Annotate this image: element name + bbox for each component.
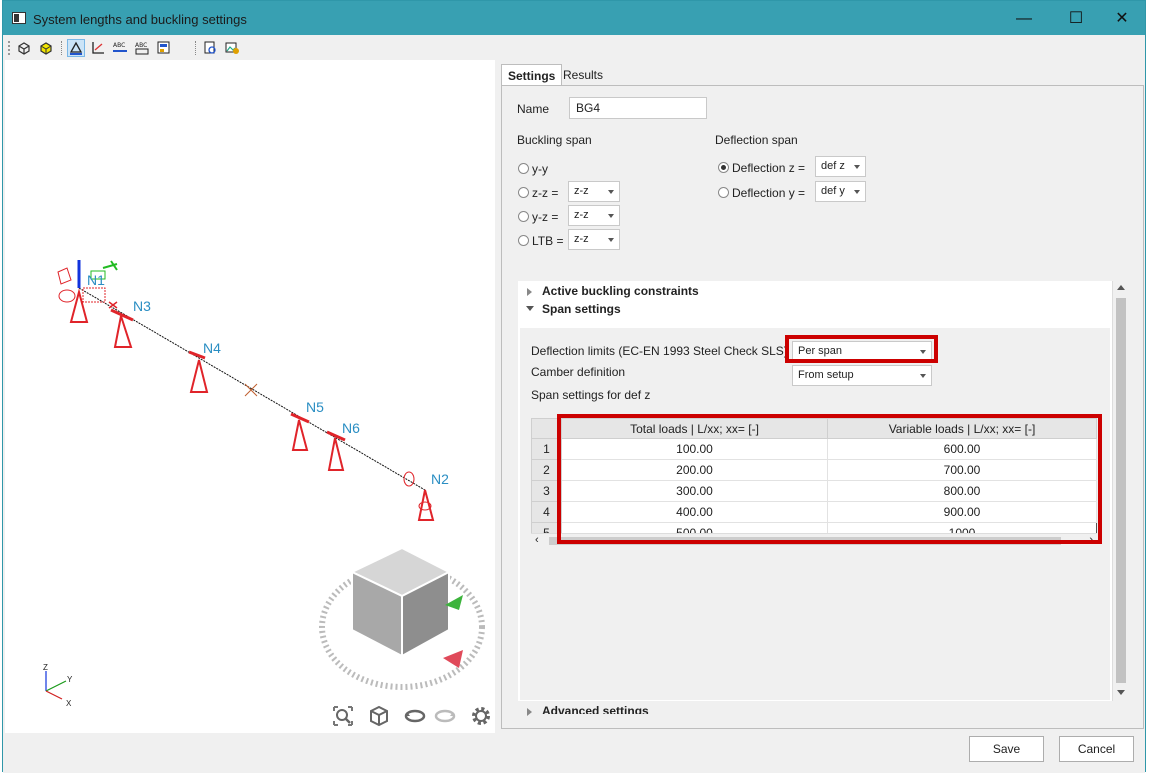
node-label: N3 — [133, 298, 151, 314]
maximize-button[interactable]: ☐ — [1053, 6, 1099, 32]
buckling-zz-value: z-z — [574, 185, 589, 197]
span-settings-header[interactable]: Span settings — [542, 302, 621, 316]
display-options-icon[interactable] — [155, 39, 173, 57]
svg-text:ABC: ABC — [113, 42, 125, 49]
highlight-box — [785, 335, 938, 363]
deflection-y-select[interactable]: def y — [815, 181, 866, 202]
picture-gallery-icon[interactable] — [223, 39, 241, 57]
labels-abc-alt-icon[interactable]: ABC — [133, 39, 151, 57]
buckling-zz-radio[interactable] — [518, 187, 529, 198]
buckling-zz-label: z-z = — [532, 186, 559, 200]
buckling-ltb-select[interactable]: z-z — [568, 229, 620, 250]
save-button[interactable]: Save — [969, 736, 1044, 762]
buckling-yy-radio[interactable] — [518, 163, 529, 174]
tab-settings[interactable]: Settings — [501, 64, 563, 86]
rotate-left-icon[interactable] — [403, 704, 427, 728]
buckling-span-heading: Buckling span — [517, 133, 592, 147]
title-bar: System lengths and buckling settings — ☐… — [3, 1, 1145, 35]
node-label: N6 — [342, 420, 360, 436]
buckling-yz-value: z-z — [574, 209, 589, 221]
dialog-window: System lengths and buckling settings — ☐… — [2, 0, 1146, 773]
deflection-y-value: def y — [821, 185, 845, 197]
scroll-down-icon[interactable] — [1117, 690, 1125, 695]
expanded-arrow-icon[interactable] — [526, 306, 534, 311]
advanced-settings-header[interactable]: Advanced settings — [542, 704, 649, 714]
view-3d-icon[interactable] — [367, 704, 391, 728]
buckling-ltb-value: z-z — [574, 233, 589, 245]
svg-text:ABC: ABC — [135, 42, 147, 49]
dialog-footer: Save Cancel — [3, 733, 1145, 773]
wireframe-cube-icon[interactable] — [15, 39, 33, 57]
solid-cube-icon[interactable] — [37, 39, 55, 57]
span-settings-for-label: Span settings for def z — [531, 388, 651, 402]
print-preview-icon[interactable] — [201, 39, 219, 57]
toolbar: ABC ABC — [3, 35, 1145, 60]
node-label: N1 — [87, 272, 105, 288]
deflection-span-heading: Deflection span — [715, 133, 798, 147]
settings-tab-content: Name BG4 Buckling span Deflection span y… — [501, 85, 1144, 729]
window-title: System lengths and buckling settings — [33, 12, 247, 27]
rotate-right-icon[interactable] — [433, 704, 457, 728]
settings-gear-icon[interactable] — [469, 704, 493, 728]
app-window-icon — [12, 12, 26, 24]
highlight-box — [557, 414, 1102, 544]
buckling-yz-select[interactable]: z-z — [568, 205, 620, 226]
buckling-ltb-label: LTB = — [532, 234, 564, 248]
camber-value: From setup — [798, 369, 854, 381]
buckling-yz-radio[interactable] — [518, 211, 529, 222]
span-settings-section: Active buckling constraints Span setting… — [518, 281, 1128, 701]
collapsed-arrow-icon[interactable] — [527, 288, 532, 296]
support-icon[interactable] — [67, 39, 85, 57]
axis-y-label: Y — [67, 675, 73, 684]
beam-model-drawing — [57, 260, 485, 690]
buckling-zz-select[interactable]: z-z — [568, 181, 620, 202]
zoom-fit-icon[interactable] — [331, 704, 355, 728]
labels-abc-icon[interactable]: ABC — [111, 39, 129, 57]
settings-panel: Settings Results Name BG4 Buckling span … — [501, 64, 1144, 729]
span-settings-body: Deflection limits (EC-EN 1993 Steel Chec… — [520, 328, 1110, 700]
deflection-limits-label: Deflection limits (EC-EN 1993 Steel Chec… — [531, 344, 788, 358]
active-buckling-header[interactable]: Active buckling constraints — [542, 284, 699, 298]
scroll-up-icon[interactable] — [1117, 285, 1125, 290]
buckling-yy-label: y-y — [532, 162, 548, 176]
deflection-z-label: Deflection z = — [732, 161, 806, 175]
cancel-button[interactable]: Cancel — [1059, 736, 1134, 762]
node-label: N5 — [306, 399, 324, 415]
name-label: Name — [517, 102, 550, 116]
camber-label: Camber definition — [531, 365, 626, 379]
name-field[interactable]: BG4 — [569, 97, 707, 119]
section-vertical-scrollbar[interactable] — [1112, 281, 1128, 701]
deflection-z-select[interactable]: def z — [815, 156, 866, 177]
collapsed-arrow-icon[interactable] — [527, 708, 532, 716]
camber-select[interactable]: From setup — [792, 365, 932, 386]
close-button[interactable]: ✕ — [1099, 6, 1145, 32]
node-label: N2 — [431, 471, 449, 487]
deflection-z-value: def z — [821, 160, 845, 172]
local-axes-icon[interactable] — [89, 39, 107, 57]
scroll-thumb[interactable] — [1116, 298, 1126, 683]
axis-indicator: Z Y X — [40, 663, 90, 713]
deflection-y-radio[interactable] — [718, 187, 729, 198]
tab-results[interactable]: Results — [557, 64, 609, 85]
scroll-left-icon[interactable]: ‹ — [535, 534, 539, 546]
axis-z-label: Z — [43, 663, 48, 672]
deflection-y-label: Deflection y = — [732, 186, 806, 200]
view-cube[interactable] — [319, 546, 485, 690]
model-viewport[interactable]: N1 N3 N4 N5 N6 N2 Z Y X — [5, 60, 495, 733]
buckling-yz-label: y-z = — [532, 210, 559, 224]
axis-x-label: X — [66, 699, 72, 708]
deflection-z-radio[interactable] — [718, 162, 729, 173]
minimize-button[interactable]: — — [1001, 6, 1047, 32]
node-label: N4 — [203, 340, 221, 356]
buckling-ltb-radio[interactable] — [518, 235, 529, 246]
